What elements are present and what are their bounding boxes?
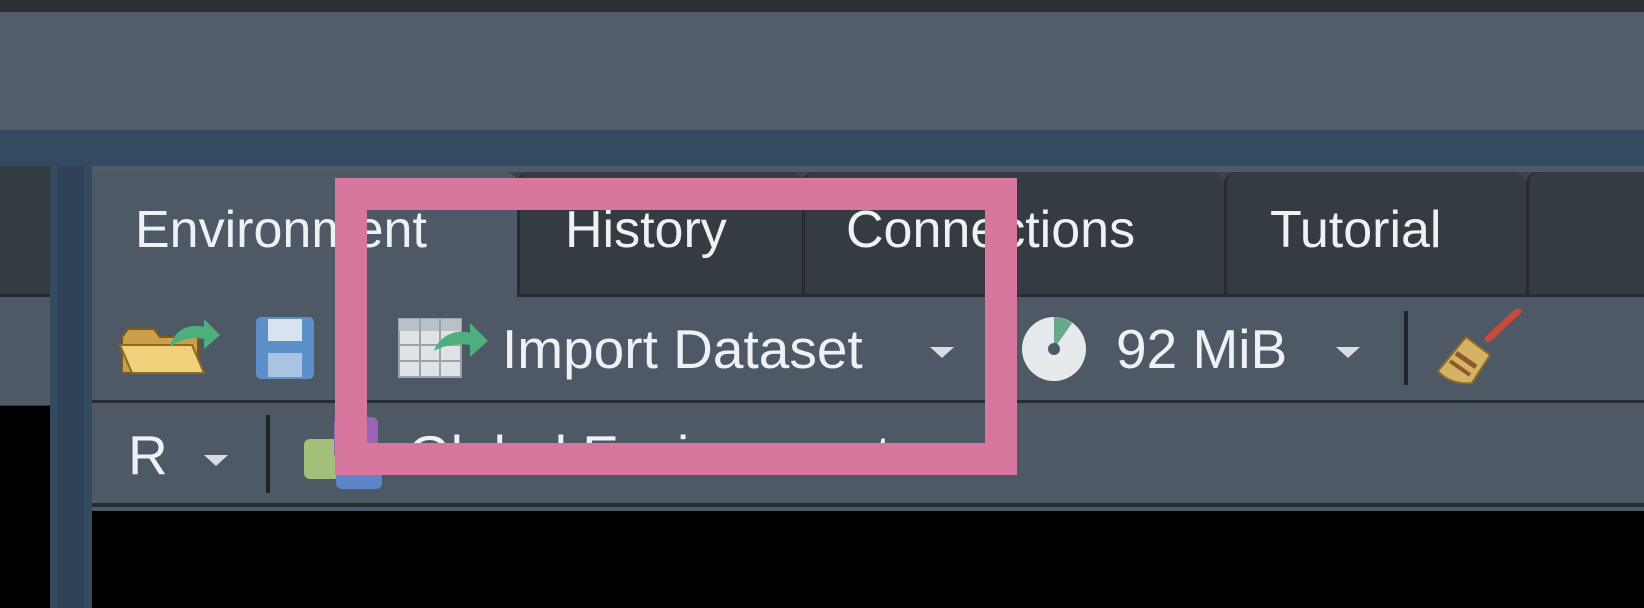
window-top-edge — [0, 0, 1644, 12]
language-dropdown[interactable]: R — [126, 417, 236, 491]
environment-pane: Environment History Connections Tutorial — [92, 172, 1644, 608]
save-workspace-button[interactable] — [254, 315, 318, 381]
import-dataset-button[interactable]: Import Dataset — [398, 311, 968, 385]
environment-selector-bar: R Global Environment — [92, 400, 1644, 507]
tab-tutorial[interactable]: Tutorial — [1224, 172, 1526, 294]
left-pane — [0, 166, 50, 608]
tab-environment[interactable]: Environment — [92, 172, 517, 298]
vertical-splitter[interactable] — [50, 166, 92, 608]
tab-label: Tutorial — [1270, 201, 1442, 259]
tab-overflow — [1526, 172, 1644, 294]
toolbar-divider — [358, 311, 362, 385]
environment-dropdown[interactable]: Global Environment — [304, 417, 944, 491]
horizontal-splitter[interactable] — [0, 130, 1644, 166]
floppy-disk-icon — [256, 317, 314, 379]
environment-content — [92, 511, 1644, 608]
open-folder-arrow-icon — [118, 319, 220, 374]
environment-toolbar: Import Dataset 92 MiB — [92, 294, 1644, 397]
environment-label: Global Environment — [408, 424, 892, 486]
left-pane-output — [0, 406, 50, 608]
chevron-down-icon — [1336, 347, 1360, 358]
memory-usage-button[interactable]: 92 MiB — [1020, 311, 1372, 385]
load-workspace-button[interactable] — [118, 311, 222, 383]
tab-history[interactable]: History — [517, 172, 802, 294]
environment-icon — [304, 417, 382, 489]
table-arrow-icon — [398, 318, 488, 378]
title-area — [0, 12, 1644, 130]
memory-usage-label: 92 MiB — [1116, 318, 1288, 380]
clear-workspace-button[interactable] — [1436, 307, 1522, 389]
tab-connections[interactable]: Connections — [802, 172, 1224, 294]
language-label: R — [128, 424, 168, 486]
tab-label: Connections — [846, 201, 1136, 259]
toolbar-divider — [266, 415, 270, 493]
broom-icon — [1436, 307, 1522, 385]
chevron-down-icon — [204, 455, 228, 466]
toolbar-divider — [1404, 311, 1408, 385]
tab-label: Environment — [135, 201, 427, 259]
left-pane-toolbar — [0, 294, 50, 405]
tab-label: History — [565, 201, 727, 259]
tab-bar: Environment History Connections Tutorial — [92, 172, 1644, 298]
chevron-down-icon — [930, 347, 954, 358]
pie-chart-icon — [1022, 317, 1086, 381]
import-dataset-label: Import Dataset — [502, 318, 863, 380]
